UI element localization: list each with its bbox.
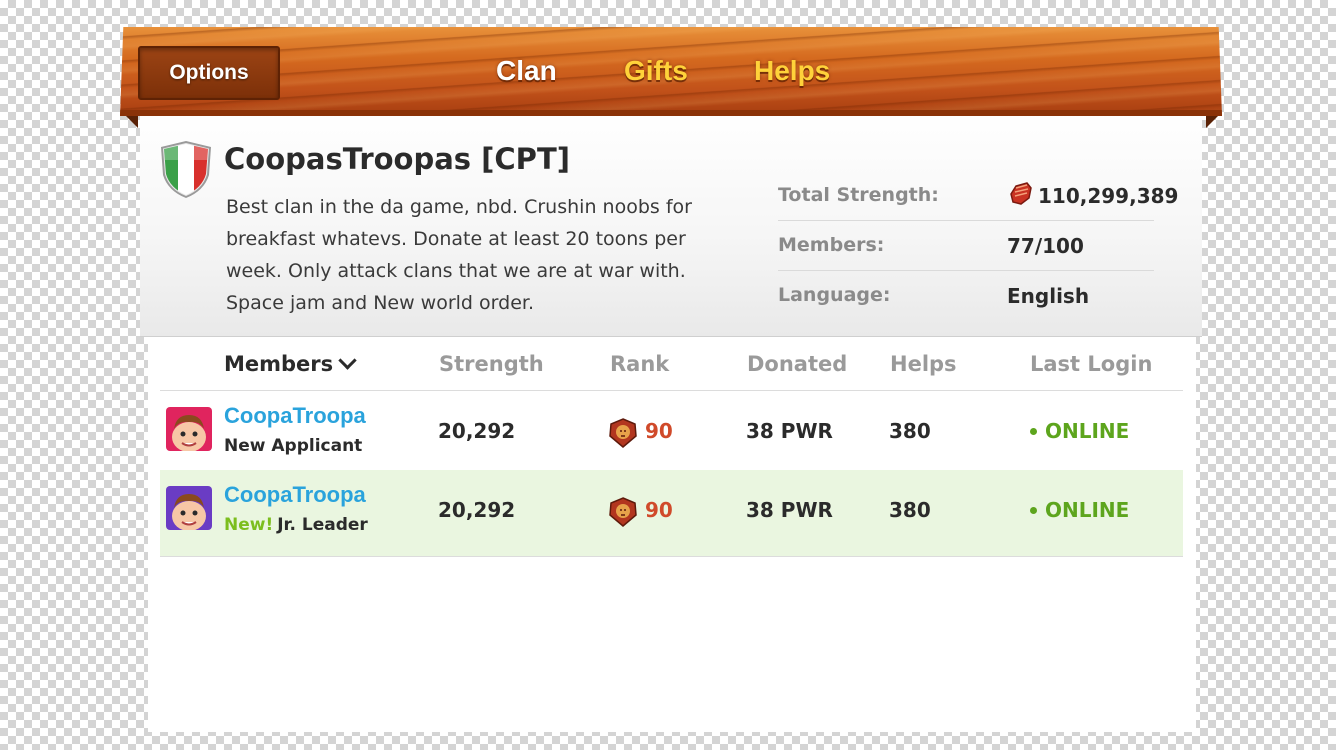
tab-gifts[interactable]: Gifts [624,55,688,87]
clan-name: CoopasTroopas [CPT] [224,142,570,176]
member-name[interactable]: CoopaTroopa [224,403,366,429]
column-header-last-login[interactable]: Last Login [1030,352,1152,376]
options-button[interactable]: Options [138,46,280,100]
member-name[interactable]: CoopaTroopa [224,482,366,508]
stat-value-language: English [1007,284,1090,308]
stat-total-strength: Total Strength: 110,299,389 [778,170,1178,221]
column-header-members[interactable]: Members [224,351,357,376]
avatar [166,407,212,451]
member-strength: 20,292 [438,498,516,522]
member-role: New Applicant [224,436,362,456]
rank-badge-icon [609,497,637,527]
online-dot-icon [1030,428,1037,435]
member-last-login-label: ONLINE [1045,419,1130,443]
member-last-login: ONLINE [1030,419,1129,443]
clan-description: Best clan in the da game, nbd. Crushin n… [226,196,692,314]
column-header-members-label: Members [224,352,334,376]
stat-value-total-strength: 110,299,389 [1038,184,1179,208]
member-rank: 90 [645,498,673,522]
member-donated: 38 PWR [746,419,833,443]
chevron-down-icon [338,351,357,370]
member-role-label: New Applicant [224,436,363,456]
tab-clan[interactable]: Clan [496,55,557,87]
member-role-label: Jr. Leader [277,515,368,535]
tab-helps[interactable]: Helps [754,55,830,87]
member-helps: 380 [889,498,931,522]
avatar [166,486,212,530]
member-last-login: ONLINE [1030,498,1129,522]
member-helps: 380 [889,419,931,443]
online-dot-icon [1030,507,1037,514]
table-row[interactable]: CoopaTroopa New Applicant 20,292 90 38 P… [160,391,1183,478]
member-role: New! Jr. Leader [224,515,368,535]
new-tag: New! [224,515,274,535]
rank-badge-icon [609,418,637,448]
italy-flag-shield-icon [161,141,211,198]
column-header-rank[interactable]: Rank [610,352,669,376]
column-header-helps[interactable]: Helps [890,352,957,376]
stat-language: Language: English [778,270,1154,320]
table-row[interactable]: CoopaTroopa New! Jr. Leader 20,292 90 38 … [160,470,1183,557]
column-header-strength[interactable]: Strength [439,352,544,376]
stat-value-members: 77/100 [1007,234,1084,258]
member-donated: 38 PWR [746,498,833,522]
stat-label-total-strength: Total Strength: [778,184,939,206]
fist-icon [1010,182,1032,205]
member-last-login-label: ONLINE [1045,498,1130,522]
stat-members: Members: 77/100 [778,220,1154,271]
member-rank: 90 [645,419,673,443]
stat-label-members: Members: [778,234,885,256]
member-strength: 20,292 [438,419,516,443]
stat-label-language: Language: [778,284,891,306]
column-header-donated[interactable]: Donated [747,352,847,376]
